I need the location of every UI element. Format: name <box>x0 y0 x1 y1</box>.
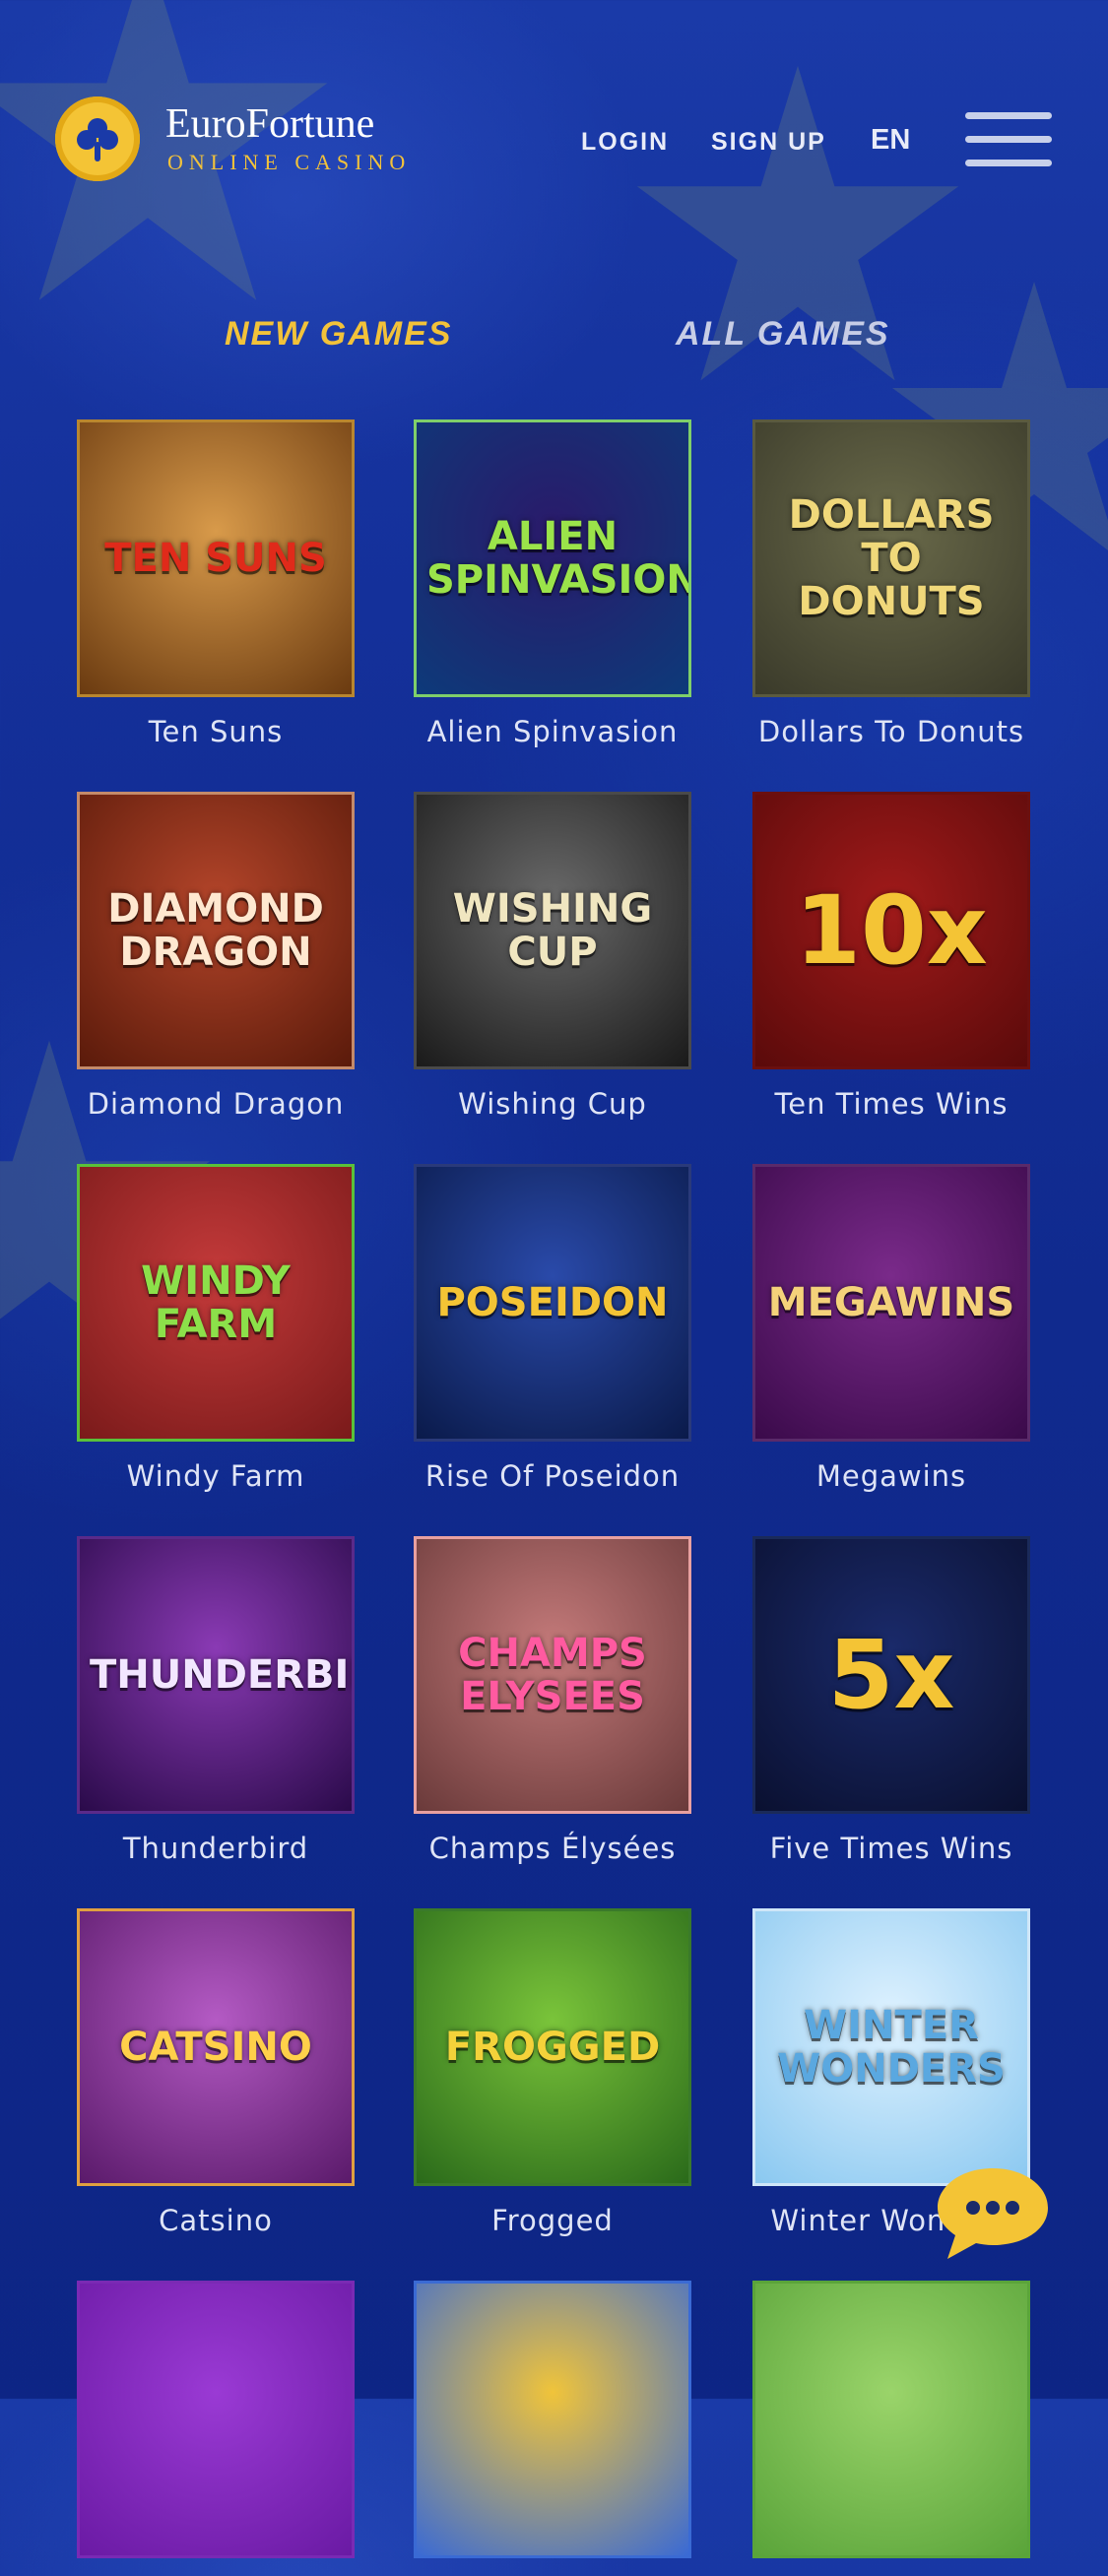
game-thumbnail[interactable] <box>414 2281 691 2558</box>
game-title[interactable]: Catsino <box>77 2204 355 2237</box>
game-title[interactable]: Wishing Cup <box>414 1087 691 1121</box>
game-card[interactable]: WINDY FARM Windy Farm <box>77 1164 355 1493</box>
game-thumbnail[interactable]: MEGAWINS <box>752 1164 1030 1442</box>
game-card[interactable]: THUNDERBIRD Thunderbird <box>77 1536 355 1865</box>
game-thumbnail[interactable]: THUNDERBIRD <box>77 1536 355 1814</box>
game-title[interactable]: Dollars To Donuts <box>752 715 1030 748</box>
game-artwork-title: WINTER WONDERS <box>777 2003 1006 2092</box>
game-artwork-title: DIAMOND DRAGON <box>107 886 324 975</box>
brand-title: EuroFortune <box>165 101 375 147</box>
game-thumbnail[interactable]: TEN SUNS <box>77 419 355 697</box>
game-title[interactable]: Rise Of Poseidon <box>414 1459 691 1493</box>
game-card[interactable]: POSEIDON Rise Of Poseidon <box>414 1164 691 1493</box>
game-artwork-title: MEGAWINS <box>767 1280 1015 1325</box>
hamburger-menu-icon[interactable] <box>965 110 1052 169</box>
language-selector[interactable]: EN <box>871 124 910 157</box>
brand-logo[interactable]: EuroFortune ONLINE CASINO <box>55 95 449 187</box>
game-artwork-title: THUNDERBIRD <box>90 1652 352 1698</box>
game-card[interactable]: DIAMOND DRAGON Diamond Dragon <box>77 792 355 1121</box>
game-artwork-title: FROGGED <box>444 2025 661 2070</box>
game-card[interactable]: FROGGED Frogged <box>414 1908 691 2237</box>
game-thumbnail[interactable]: FROGGED <box>414 1908 691 2186</box>
game-thumbnail[interactable] <box>752 2281 1030 2558</box>
game-card[interactable]: 10x Ten Times Wins <box>752 792 1030 1121</box>
game-thumbnail[interactable]: DOLLARS TO DONUTS <box>752 419 1030 697</box>
login-link[interactable]: LOGIN <box>581 128 669 157</box>
brand-subtitle: ONLINE CASINO <box>167 150 412 174</box>
game-thumbnail[interactable]: CHAMPS ELYSEES <box>414 1536 691 1814</box>
game-artwork-title: DOLLARS TO DONUTS <box>788 492 995 624</box>
game-artwork-title: CHAMPS ELYSEES <box>458 1631 647 1719</box>
game-title[interactable]: Diamond Dragon <box>77 1087 355 1121</box>
game-thumbnail[interactable]: 10x <box>752 792 1030 1069</box>
game-card[interactable]: DOLLARS TO DONUTS Dollars To Donuts <box>752 419 1030 748</box>
game-thumbnail[interactable]: POSEIDON <box>414 1164 691 1442</box>
clover-icon <box>55 97 140 181</box>
game-title[interactable]: Champs Élysées <box>414 1832 691 1865</box>
game-title[interactable]: Five Times Wins <box>752 1832 1030 1865</box>
game-artwork-title: ALIEN SPINVASION! <box>426 514 691 603</box>
game-artwork-title: CATSINO <box>119 2025 312 2070</box>
game-thumbnail[interactable] <box>77 2281 355 2558</box>
game-thumbnail[interactable]: WISHING CUP <box>414 792 691 1069</box>
game-thumbnail[interactable]: ALIEN SPINVASION! <box>414 419 691 697</box>
game-artwork-title: WISHING CUP <box>452 886 653 975</box>
game-card[interactable]: ALIEN SPINVASION! Alien Spinvasion <box>414 419 691 748</box>
site-header: EuroFortune ONLINE CASINO LOGIN SIGN UP … <box>0 0 1108 286</box>
tab-all-games[interactable]: ALL GAMES <box>676 315 890 354</box>
game-artwork <box>417 2284 688 2555</box>
game-artwork-title: WINDY FARM <box>141 1258 291 1347</box>
game-artwork-title: TEN SUNS <box>104 536 327 581</box>
game-artwork-title: 10x <box>795 875 988 986</box>
signup-link[interactable]: SIGN UP <box>711 128 826 157</box>
game-card[interactable]: MEGAWINS Megawins <box>752 1164 1030 1493</box>
game-thumbnail[interactable]: WINDY FARM <box>77 1164 355 1442</box>
game-card[interactable]: CATSINO Catsino <box>77 1908 355 2237</box>
game-card[interactable] <box>414 2281 691 2576</box>
game-card[interactable] <box>77 2281 355 2576</box>
chat-bubble-icon[interactable] <box>934 2162 1052 2261</box>
game-thumbnail[interactable]: WINTER WONDERS <box>752 1908 1030 2186</box>
game-artwork <box>80 2284 352 2555</box>
game-title[interactable]: Frogged <box>414 2204 691 2237</box>
game-artwork <box>755 2284 1027 2555</box>
tab-new-games[interactable]: NEW GAMES <box>225 315 452 354</box>
game-card[interactable]: CHAMPS ELYSEES Champs Élysées <box>414 1536 691 1865</box>
game-card[interactable]: TEN SUNS Ten Suns <box>77 419 355 748</box>
game-artwork-title: 5x <box>827 1620 955 1730</box>
game-card[interactable] <box>752 2281 1030 2576</box>
game-thumbnail[interactable]: DIAMOND DRAGON <box>77 792 355 1069</box>
game-artwork-title: POSEIDON <box>436 1280 669 1325</box>
game-title[interactable]: Megawins <box>752 1459 1030 1493</box>
game-category-tabs: NEW GAMES ALL GAMES <box>0 315 1108 364</box>
game-title[interactable]: Windy Farm <box>77 1459 355 1493</box>
game-card[interactable]: WISHING CUP Wishing Cup <box>414 792 691 1121</box>
game-title[interactable]: Alien Spinvasion <box>414 715 691 748</box>
game-thumbnail[interactable]: CATSINO <box>77 1908 355 2186</box>
game-title[interactable]: Ten Times Wins <box>752 1087 1030 1121</box>
game-thumbnail[interactable]: 5x <box>752 1536 1030 1814</box>
game-title[interactable]: Thunderbird <box>77 1832 355 1865</box>
game-title[interactable]: Ten Suns <box>77 715 355 748</box>
game-card[interactable]: 5x Five Times Wins <box>752 1536 1030 1865</box>
